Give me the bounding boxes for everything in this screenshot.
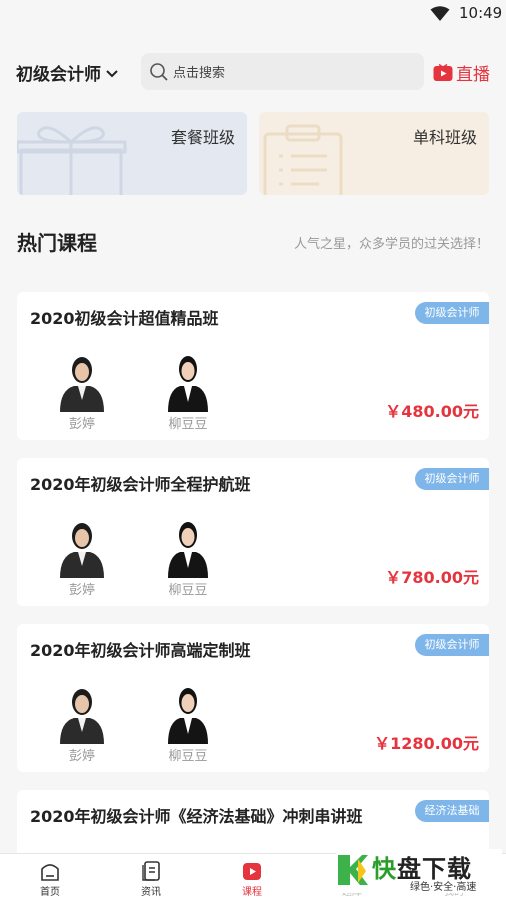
course-title: 2020年初级会计师《经济法基础》冲刺串讲班 xyxy=(30,807,363,826)
hot-courses-subtitle: 人气之星，众多学员的过关选择！ xyxy=(293,237,489,252)
course-card[interactable]: 2020初级会计超值精品班 初级会计师 彭婷 柳豆豆 ￥480.00元 xyxy=(17,292,489,440)
course-title: 2020年初级会计师全程护航班 xyxy=(30,475,251,494)
wifi-icon xyxy=(430,6,450,21)
tab-home-label: 首页 xyxy=(40,887,60,898)
watermark: 快盘下载 绿色·安全·高速 xyxy=(336,849,502,893)
live-label: 直播 xyxy=(456,65,490,85)
teacher-name: 柳豆豆 xyxy=(168,583,208,598)
watermark-slogan: 绿色·安全·高速 xyxy=(410,882,477,893)
teacher-name: 柳豆豆 xyxy=(168,749,208,764)
tab-news-label: 资讯 xyxy=(141,887,161,898)
package-class-card[interactable]: 套餐班级 xyxy=(17,112,247,195)
top-bar: 初级会计师 点击搜索 直播 xyxy=(0,52,506,92)
brand-logo-icon xyxy=(338,855,368,885)
teacher-name: 彭婷 xyxy=(68,749,95,764)
course-title: 2020初级会计超值精品班 xyxy=(30,309,219,328)
tab-courses-label: 课程 xyxy=(242,887,262,898)
teacher: 彭婷 xyxy=(54,516,110,598)
status-bar: 10:49 xyxy=(0,0,506,28)
home-icon xyxy=(41,864,59,881)
hot-courses-title: 热门课程 xyxy=(17,231,97,255)
teacher: 柳豆豆 xyxy=(160,682,216,764)
teacher: 柳豆豆 xyxy=(160,350,216,432)
teacher-photo xyxy=(60,357,104,412)
search-icon xyxy=(150,62,168,81)
course-price: ￥780.00元 xyxy=(385,568,479,587)
news-icon xyxy=(142,861,160,881)
teacher-name: 彭婷 xyxy=(68,417,95,432)
teacher-photo xyxy=(168,688,208,744)
tab-courses[interactable]: 课程 xyxy=(222,860,282,898)
teacher-name: 柳豆豆 xyxy=(168,417,208,432)
course-price: ￥1280.00元 xyxy=(374,734,479,753)
course-tag: 初级会计师 xyxy=(415,302,489,324)
exam-selector-label: 初级会计师 xyxy=(16,65,101,85)
tab-news[interactable]: 资讯 xyxy=(121,860,181,898)
tab-home[interactable]: 首页 xyxy=(20,860,80,898)
live-button[interactable]: 直播 xyxy=(433,60,490,85)
teacher-photo xyxy=(60,689,104,744)
chevron-down-icon xyxy=(106,69,118,77)
teacher: 柳豆豆 xyxy=(160,516,216,598)
search-placeholder: 点击搜索 xyxy=(173,66,226,81)
course-title: 2020年初级会计师高端定制班 xyxy=(30,641,251,660)
live-tv-icon xyxy=(433,63,453,81)
teacher-photo xyxy=(60,523,104,578)
course-tag: 初级会计师 xyxy=(415,634,489,656)
status-time: 10:49 xyxy=(459,4,503,22)
course-tag: 初级会计师 xyxy=(415,468,489,490)
course-price: ￥480.00元 xyxy=(385,402,479,421)
course-card[interactable]: 2020年初级会计师高端定制班 初级会计师 彭婷 柳豆豆 ￥1280.00元 xyxy=(17,624,489,772)
watermark-brand-green: 快 xyxy=(372,855,397,883)
package-class-label: 套餐班级 xyxy=(170,128,235,147)
clipboard-icon xyxy=(263,124,343,195)
course-play-icon xyxy=(243,863,261,880)
course-card[interactable]: 2020年初级会计师全程护航班 初级会计师 彭婷 柳豆豆 ￥780.00元 xyxy=(17,458,489,606)
search-bar[interactable]: 点击搜索 xyxy=(141,53,424,90)
teacher-photo xyxy=(168,356,208,412)
course-card[interactable]: 2020年初级会计师《经济法基础》冲刺串讲班 经济法基础 xyxy=(17,790,489,853)
single-subject-card[interactable]: 单科班级 xyxy=(259,112,489,195)
course-tag: 经济法基础 xyxy=(415,800,489,822)
exam-selector[interactable]: 初级会计师 xyxy=(16,60,119,85)
teacher: 彭婷 xyxy=(54,350,110,432)
teacher: 彭婷 xyxy=(54,682,110,764)
teacher-name: 彭婷 xyxy=(68,583,95,598)
single-subject-label: 单科班级 xyxy=(412,128,477,147)
gift-icon xyxy=(17,126,127,195)
teacher-photo xyxy=(168,522,208,578)
